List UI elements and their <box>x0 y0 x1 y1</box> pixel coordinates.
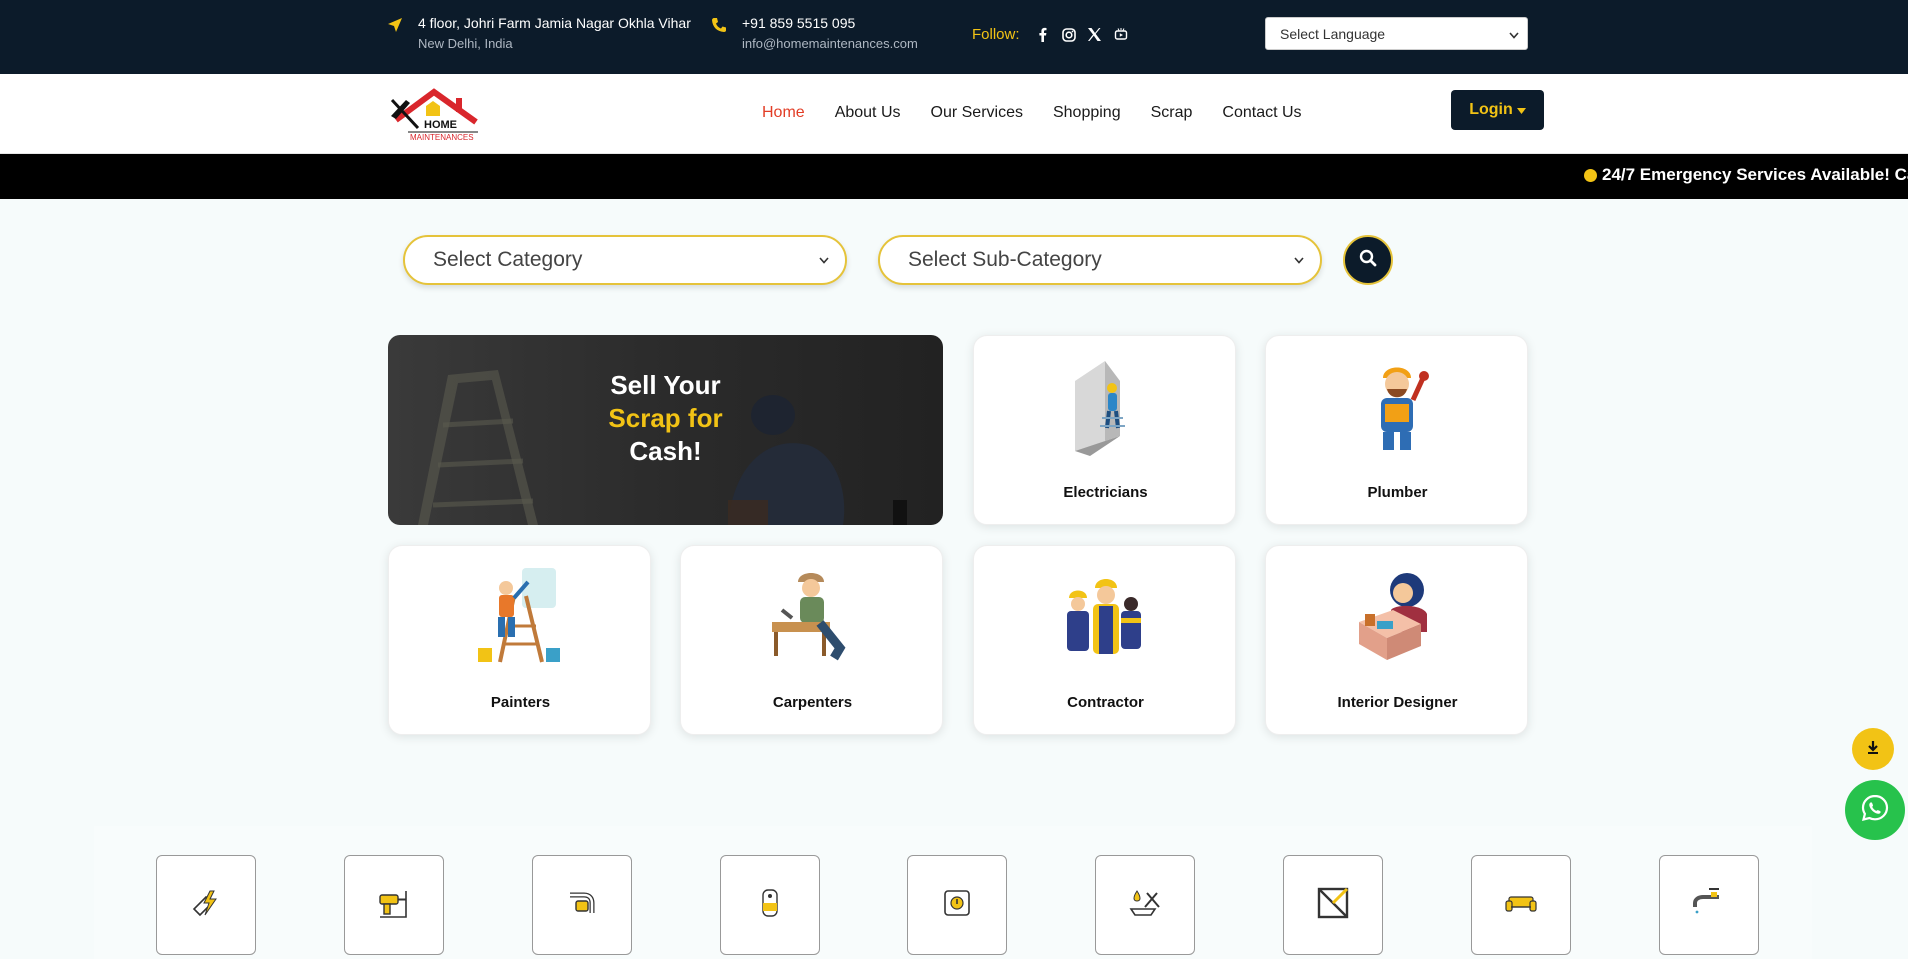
nav-shopping[interactable]: Shopping <box>1053 104 1121 122</box>
banner-line3: Cash! <box>629 436 702 466</box>
email-address[interactable]: info@homemaintenances.com <box>742 35 918 53</box>
ticker-message: 24/7 Emergency Services Available! Call <box>1584 165 1908 185</box>
pipe-icon <box>564 885 600 926</box>
nav-scrap[interactable]: Scrap <box>1151 104 1193 122</box>
category-select-value: Select Category <box>433 248 583 271</box>
service-tile-drill[interactable] <box>344 855 444 955</box>
contractor-illustration-icon <box>1055 566 1155 666</box>
address-block: 4 floor, Johri Farm Jamia Nagar Okhla Vi… <box>386 14 691 53</box>
service-tile-frame[interactable] <box>1283 855 1383 955</box>
instagram-icon[interactable] <box>1061 27 1077 43</box>
language-select-value: Select Language <box>1280 25 1386 42</box>
phone-icon <box>710 16 728 34</box>
announcement-ticker: 24/7 Emergency Services Available! Call <box>0 154 1908 199</box>
language-select[interactable]: Select Language <box>1265 17 1528 50</box>
service-card-interior-designer[interactable]: Interior Designer <box>1265 545 1528 735</box>
service-tile-safe[interactable] <box>907 855 1007 955</box>
painter-illustration-icon <box>470 566 570 666</box>
service-card-electricians[interactable]: Electricians <box>973 335 1236 525</box>
service-card-painters[interactable]: Painters <box>388 545 651 735</box>
subcategory-select-value: Select Sub-Category <box>908 248 1102 271</box>
banner-line2: Scrap for <box>608 403 723 433</box>
banner-headline: Sell Your Scrap for Cash! <box>388 369 943 468</box>
follow-label: Follow: <box>972 26 1020 43</box>
service-card-contractor[interactable]: Contractor <box>973 545 1236 735</box>
main-nav: Home About Us Our Services Shopping Scra… <box>762 104 1302 122</box>
caret-down-icon <box>1516 101 1526 119</box>
service-tile-water-heater[interactable] <box>720 855 820 955</box>
search-icon <box>1359 249 1377 272</box>
download-app-button[interactable] <box>1852 728 1894 770</box>
contact-block: +91 859 5515 095 info@homemaintenances.c… <box>710 14 918 53</box>
site-logo[interactable]: HOME MAINTENANCES <box>388 88 488 144</box>
electric-icon <box>188 885 224 926</box>
yellow-dot-icon <box>1584 168 1597 182</box>
login-label: Login <box>1469 101 1513 118</box>
frame-icon <box>1315 885 1351 926</box>
service-tile-oil-tools[interactable] <box>1095 855 1195 955</box>
plumber-illustration-icon <box>1347 356 1447 456</box>
tap-icon <box>1691 885 1727 926</box>
nav-our-services[interactable]: Our Services <box>931 104 1023 122</box>
chevron-down-icon <box>1509 26 1519 42</box>
service-label: Painters <box>490 694 551 711</box>
service-tile-electric[interactable] <box>156 855 256 955</box>
nav-about-us[interactable]: About Us <box>835 104 901 122</box>
service-card-carpenters[interactable]: Carpenters <box>680 545 943 735</box>
login-button[interactable]: Login <box>1451 90 1544 130</box>
youtube-icon[interactable] <box>1113 27 1129 43</box>
service-label: Contractor <box>1067 694 1144 711</box>
oil-tools-icon <box>1127 885 1163 926</box>
address-line1: 4 floor, Johri Farm Jamia Nagar Okhla Vi… <box>418 15 691 31</box>
service-tile-tap[interactable] <box>1659 855 1759 955</box>
water-heater-icon <box>752 885 788 926</box>
nav-home[interactable]: Home <box>762 104 805 122</box>
safe-icon <box>939 885 975 926</box>
follow-block: Follow: <box>972 26 1134 43</box>
search-button[interactable] <box>1343 235 1393 285</box>
service-label: Interior Designer <box>1337 694 1458 711</box>
sell-scrap-banner[interactable]: Sell Your Scrap for Cash! <box>388 335 943 525</box>
whatsapp-button[interactable] <box>1845 780 1905 840</box>
electrician-illustration-icon <box>1055 356 1155 456</box>
chevron-down-icon <box>819 253 829 267</box>
subcategory-select[interactable]: Select Sub-Category <box>878 235 1322 285</box>
banner-line1: Sell Your <box>610 370 721 400</box>
nav-contact-us[interactable]: Contact Us <box>1222 104 1301 122</box>
service-card-plumber[interactable]: Plumber <box>1265 335 1528 525</box>
facebook-icon[interactable] <box>1035 27 1051 43</box>
logo-text-home: HOME <box>424 119 457 131</box>
carpenter-illustration-icon <box>762 566 862 666</box>
whatsapp-icon <box>1859 792 1891 829</box>
chevron-down-icon <box>1294 253 1304 267</box>
main-header: HOME MAINTENANCES Home About Us Our Serv… <box>0 74 1908 154</box>
service-label: Electricians <box>1063 484 1148 501</box>
service-tile-sofa[interactable] <box>1471 855 1571 955</box>
category-select[interactable]: Select Category <box>403 235 847 285</box>
sofa-icon <box>1503 885 1539 926</box>
service-label: Plumber <box>1367 484 1428 501</box>
service-label: Carpenters <box>772 694 853 711</box>
interior-designer-illustration-icon <box>1347 566 1447 666</box>
download-icon <box>1865 739 1881 760</box>
location-arrow-icon <box>386 16 404 34</box>
logo-text-maintenances: MAINTENANCES <box>410 133 474 142</box>
x-twitter-icon[interactable] <box>1087 27 1103 43</box>
service-tile-pipe[interactable] <box>532 855 632 955</box>
ticker-text: 24/7 Emergency Services Available! Call <box>1602 165 1908 184</box>
phone-number[interactable]: +91 859 5515 095 <box>742 14 918 32</box>
address-line2: New Delhi, India <box>418 36 513 51</box>
top-bar: 4 floor, Johri Farm Jamia Nagar Okhla Vi… <box>0 0 1908 74</box>
drill-icon <box>376 885 412 926</box>
